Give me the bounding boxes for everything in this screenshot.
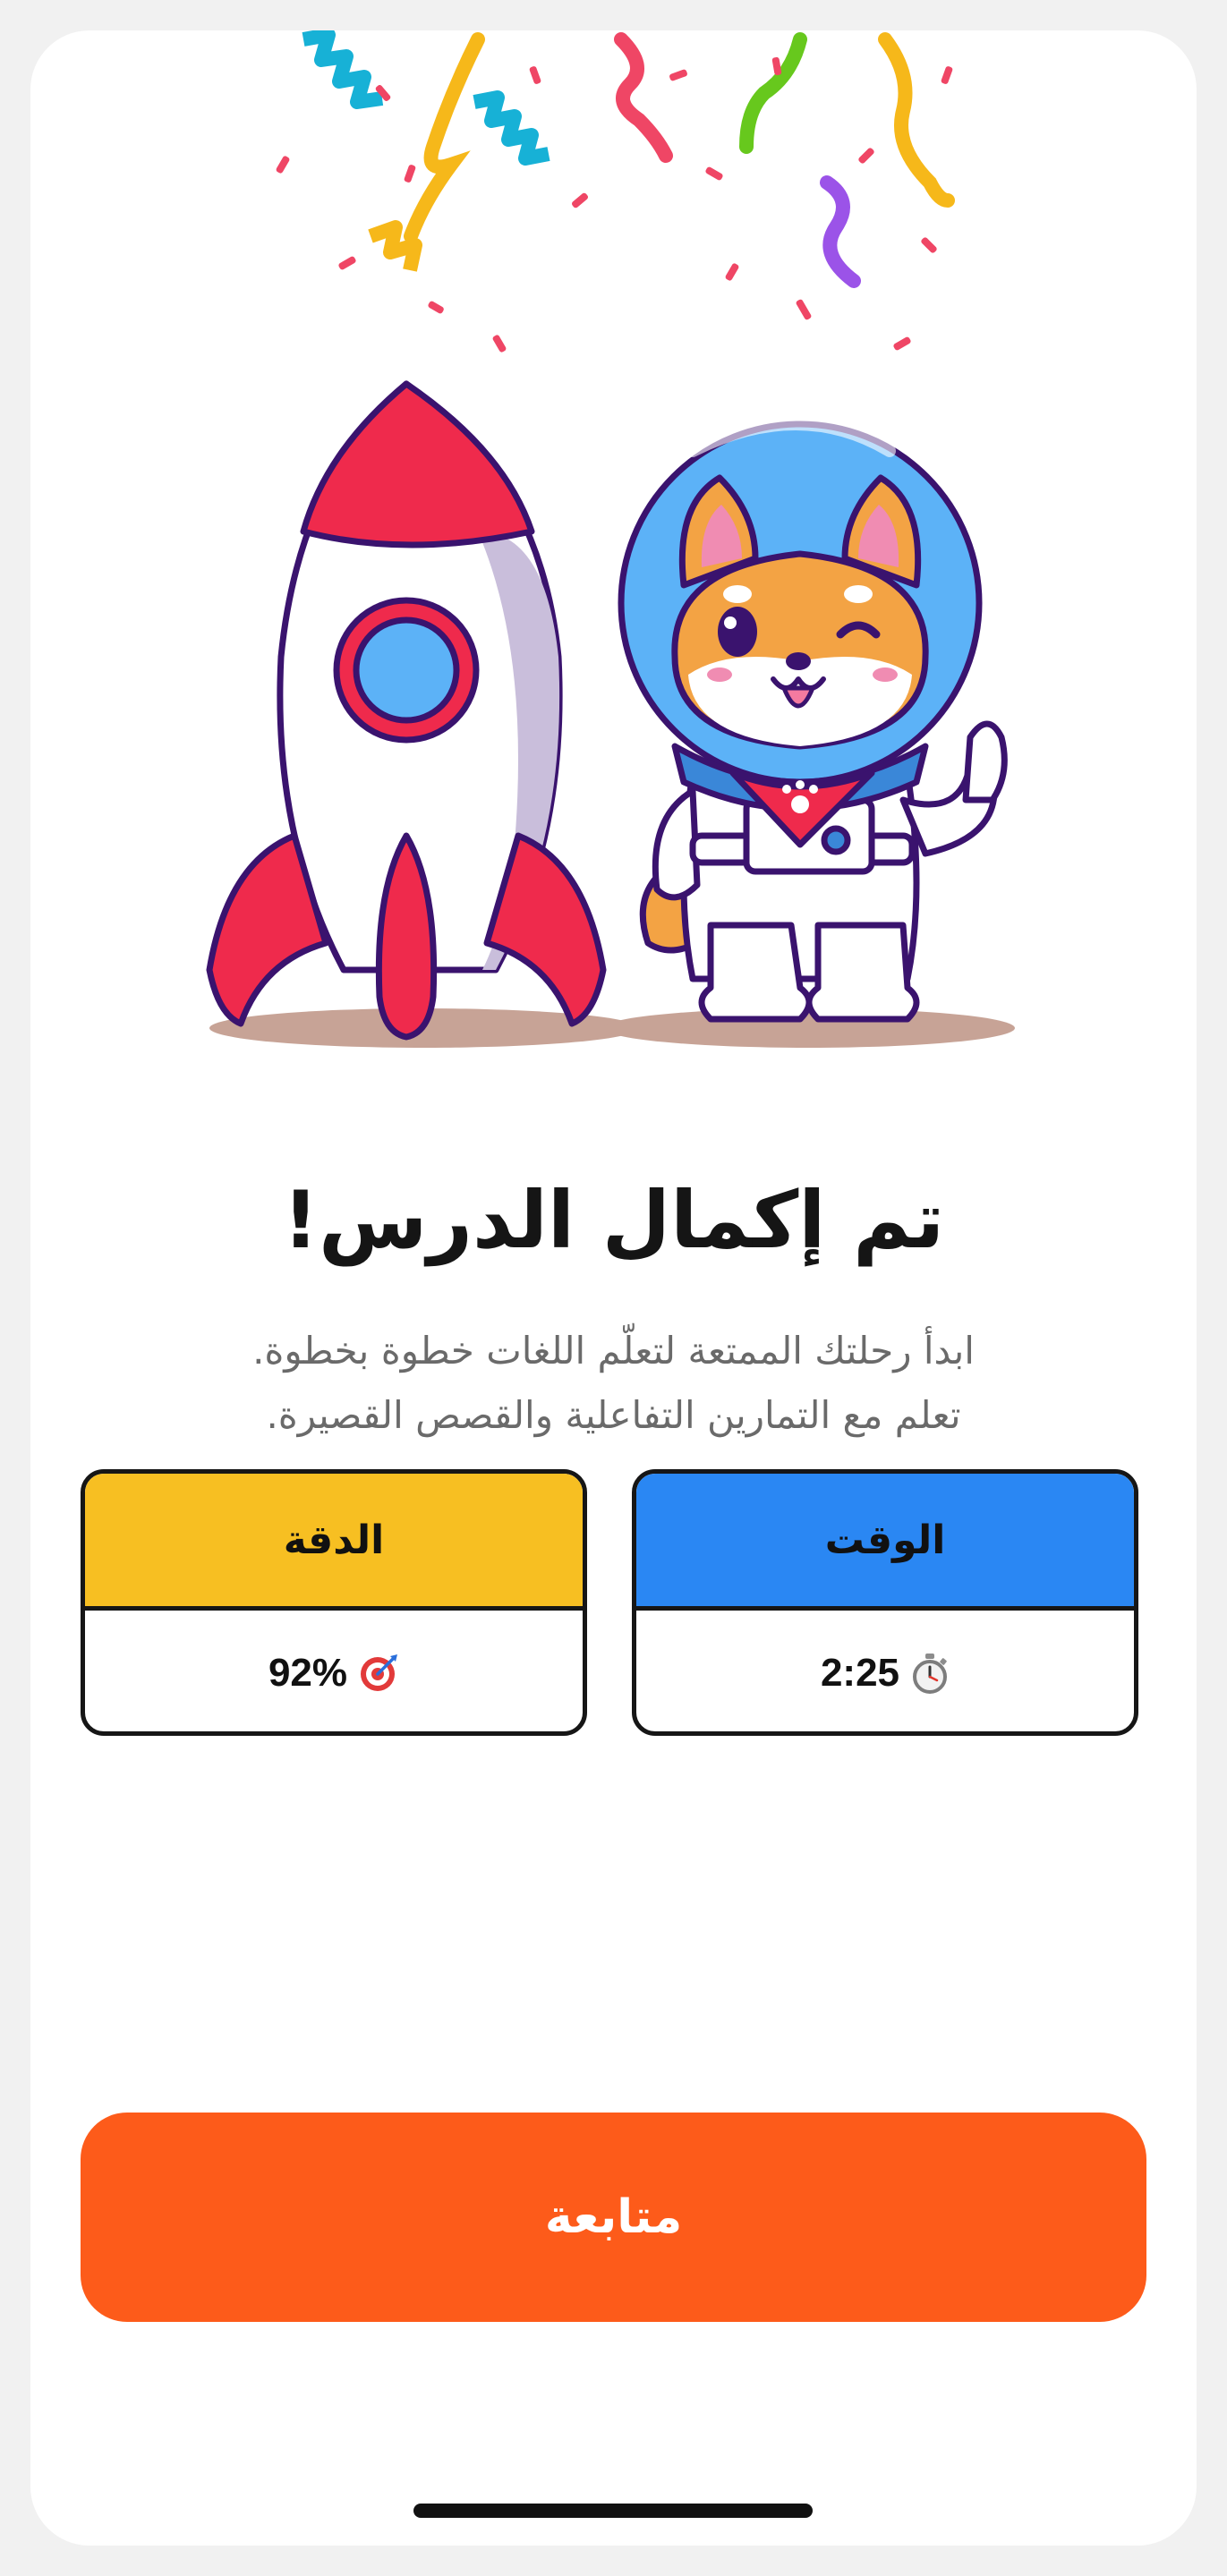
accuracy-stat-body: 92% [85,1611,583,1731]
home-indicator[interactable] [413,2504,813,2518]
time-stat-card: الوقت 2:25 [632,1469,1138,1736]
accuracy-stat-card: الدقة 92% [81,1469,587,1736]
subtitle-line-1: ابدأ رحلتك الممتعة لتعلّم اللغات خطوة بخ… [252,1329,975,1373]
target-icon [358,1653,399,1694]
time-stat-body: 2:25 [636,1611,1134,1731]
accuracy-stat-value: 92% [268,1651,348,1695]
time-stat-label: الوقت [824,1517,946,1563]
dog-astronaut [618,418,1008,1023]
accuracy-stat-label: الدقة [283,1517,385,1563]
continue-button[interactable]: متابعة [81,2113,1146,2322]
subtitle-line-2: تعلم مع التمارين التفاعلية والقصص القصير… [266,1393,961,1437]
stopwatch-icon [910,1652,950,1695]
lesson-complete-title: تم إكمال الدرس! [282,1174,945,1266]
confetti [276,30,955,353]
rocket [206,380,607,1041]
celebration-illustration [206,30,1015,1048]
accuracy-stat-header: الدقة [85,1474,583,1611]
phone-screen: تم إكمال الدرس! ابدأ رحلتك الممتعة لتعلّ… [30,30,1197,2546]
lesson-complete-subtitle: ابدأ رحلتك الممتعة لتعلّم اللغات خطوة بخ… [138,1319,1089,1448]
time-stat-value: 2:25 [820,1651,900,1695]
time-stat-header: الوقت [636,1474,1134,1611]
